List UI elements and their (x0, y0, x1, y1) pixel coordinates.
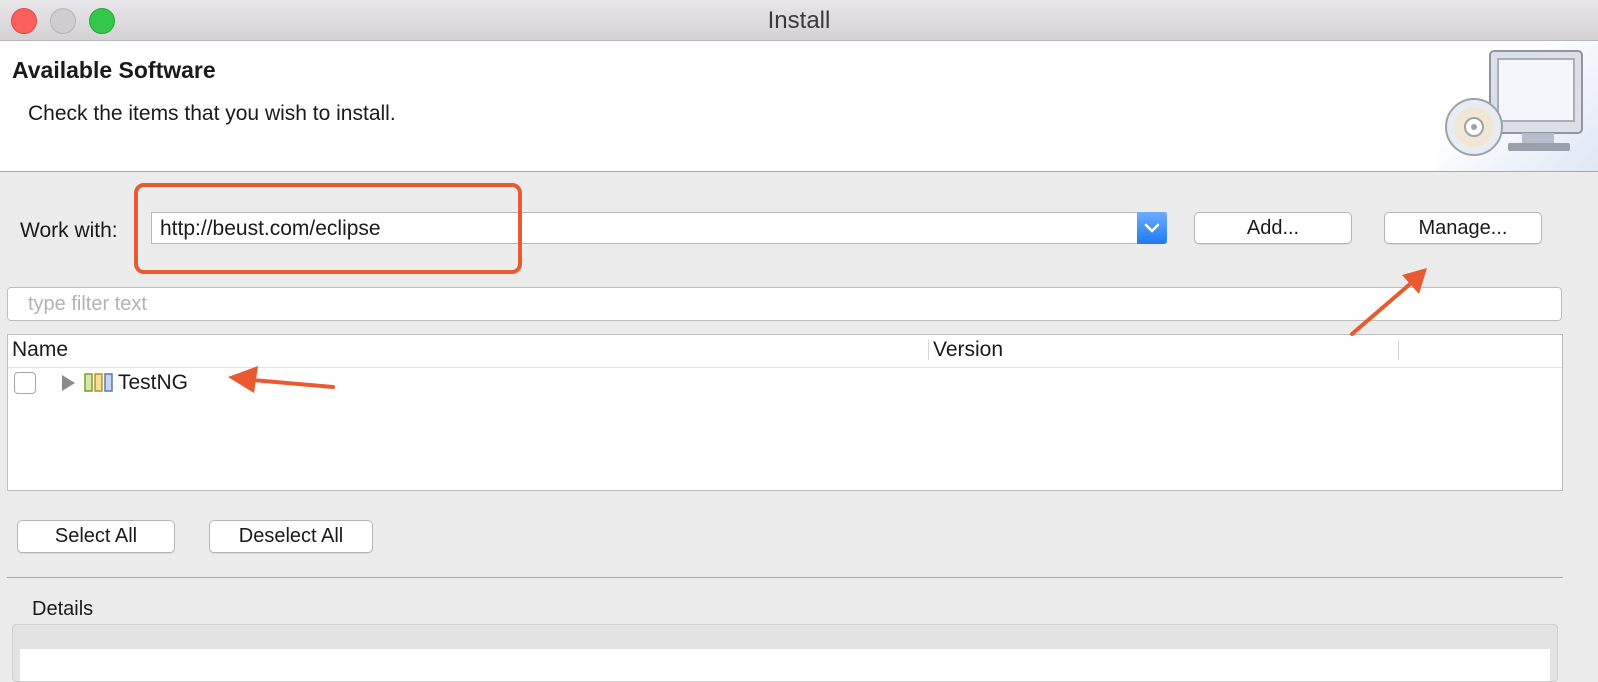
work-with-label: Work with: (20, 219, 118, 242)
column-header-version[interactable]: Version (933, 338, 1003, 362)
page-description: Check the items that you wish to install… (28, 102, 396, 125)
wizard-header: Available Software Check the items that … (0, 41, 1598, 172)
filter-field[interactable] (7, 287, 1562, 321)
install-banner-image (1438, 41, 1598, 171)
page-title: Available Software (12, 57, 216, 83)
select-all-button[interactable]: Select All (17, 520, 175, 553)
deselect-all-button[interactable]: Deselect All (209, 520, 373, 553)
chevron-down-icon (1144, 223, 1160, 233)
column-header-name[interactable]: Name (12, 338, 68, 362)
details-text-area[interactable] (20, 649, 1550, 681)
expand-triangle-icon[interactable] (62, 375, 75, 391)
table-header: Name Version (8, 335, 1562, 368)
annotation-highlight-box (134, 183, 522, 274)
details-label: Details (32, 598, 94, 620)
manage-sites-button[interactable]: Manage... (1384, 212, 1542, 244)
window-titlebar: Install (0, 0, 1598, 41)
add-site-button[interactable]: Add... (1194, 212, 1352, 244)
filter-input[interactable] (26, 292, 1530, 317)
software-table[interactable]: Name Version TestNG (7, 334, 1563, 491)
column-divider[interactable] (1398, 340, 1399, 360)
column-divider[interactable] (928, 340, 929, 360)
feature-group-icon (84, 373, 113, 392)
details-panel (12, 624, 1558, 682)
details-separator (7, 577, 1563, 578)
work-with-dropdown-button[interactable] (1137, 212, 1167, 244)
row-name: TestNG (118, 371, 189, 394)
table-row[interactable]: TestNG (8, 368, 1562, 400)
monitor-cd-icon (1445, 50, 1583, 156)
window-title: Install (767, 7, 831, 34)
row-checkbox[interactable] (14, 372, 36, 394)
